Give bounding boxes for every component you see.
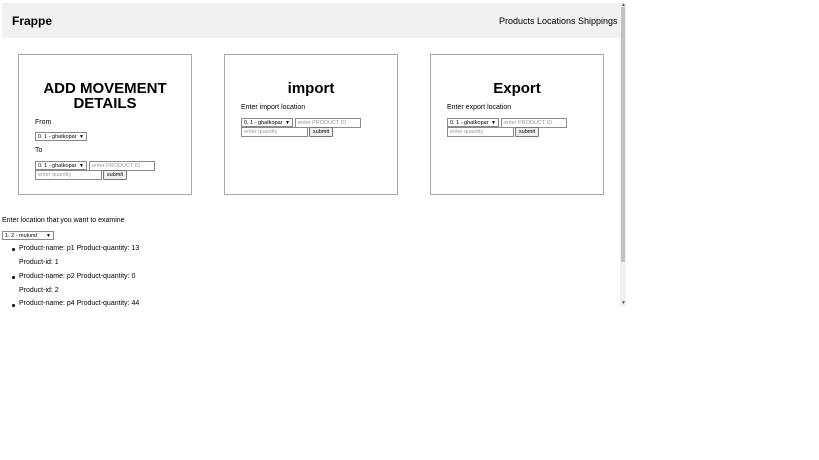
from-location-value: 0. 1 - ghatkopar — [38, 134, 77, 140]
nav-link-shippings[interactable]: Shippings — [578, 16, 618, 26]
export-location-select[interactable]: 0. 1 - ghatkopar ▼ — [447, 118, 499, 127]
list-item-id: Product-id: 2 — [19, 287, 59, 294]
from-location-select[interactable]: 0. 1 - ghatkopar ▼ — [35, 132, 87, 141]
movement-title: ADD MOVEMENT DETAILS — [19, 81, 191, 111]
import-submit-button[interactable]: submit — [309, 127, 333, 137]
page-viewport: Frappe Products Locations Shippings ADD … — [0, 0, 626, 307]
export-submit-button[interactable]: submit — [515, 127, 539, 137]
to-location-select[interactable]: 0. 1 - ghatkopar ▼ — [35, 161, 87, 170]
to-location-value: 0. 1 - ghatkopar — [38, 163, 77, 169]
chevron-down-icon: ▼ — [79, 134, 84, 140]
from-label: From — [35, 119, 52, 126]
import-card: import Enter import location 0. 1 - ghat… — [224, 54, 398, 195]
to-label: To — [35, 147, 43, 154]
examine-location-value: 1. 2 - mulund — [5, 233, 38, 239]
nav-link-products[interactable]: Products — [499, 16, 535, 26]
list-bullet — [12, 304, 15, 307]
export-card: Export Enter export location 0. 1 - ghat… — [430, 54, 604, 195]
movement-card: ADD MOVEMENT DETAILS From 0. 1 - ghatkop… — [18, 54, 192, 195]
import-location-select[interactable]: 0. 1 - ghatkopar ▼ — [241, 118, 293, 127]
list-item-name-qty: Product-name: p1 Product-quantity: 13 — [19, 245, 140, 252]
list-bullet — [12, 276, 15, 279]
export-location-label: Enter export location — [447, 104, 512, 111]
scroll-up-icon[interactable]: ▲ — [621, 2, 626, 8]
movement-quantity-input[interactable]: enter quantity — [35, 170, 102, 180]
import-location-label: Enter import location — [241, 104, 306, 111]
list-item-id: Product-id: 1 — [19, 259, 59, 266]
export-quantity-input[interactable]: enter quantity — [447, 127, 514, 137]
export-location-value: 0. 1 - ghatkopar — [450, 120, 489, 126]
scroll-down-icon[interactable]: ▼ — [621, 300, 626, 306]
import-title: import — [287, 80, 335, 97]
brand-logo[interactable]: Frappe — [12, 14, 52, 28]
examine-location-select[interactable]: 1. 2 - mulund ▼ — [2, 231, 54, 240]
list-item-name-qty: Product-name: p2 Product-quantity: 0 — [19, 273, 136, 280]
import-location-value: 0. 1 - ghatkopar — [244, 120, 283, 126]
movement-title-line2: DETAILS — [73, 95, 137, 112]
movement-submit-button[interactable]: submit — [103, 170, 127, 180]
chevron-down-icon: ▼ — [46, 233, 51, 239]
scrollbar-thumb[interactable] — [621, 7, 625, 262]
nav-link-locations[interactable]: Locations — [537, 16, 576, 26]
export-title: Export — [493, 80, 541, 97]
examine-location-label: Enter location that you want to examine — [2, 217, 125, 224]
navbar: Frappe Products Locations Shippings — [2, 3, 620, 38]
list-bullet — [12, 248, 15, 251]
list-item-name-qty: Product-name: p4 Product-quantity: 44 — [19, 300, 140, 307]
import-quantity-input[interactable]: enter quantity — [241, 127, 308, 137]
